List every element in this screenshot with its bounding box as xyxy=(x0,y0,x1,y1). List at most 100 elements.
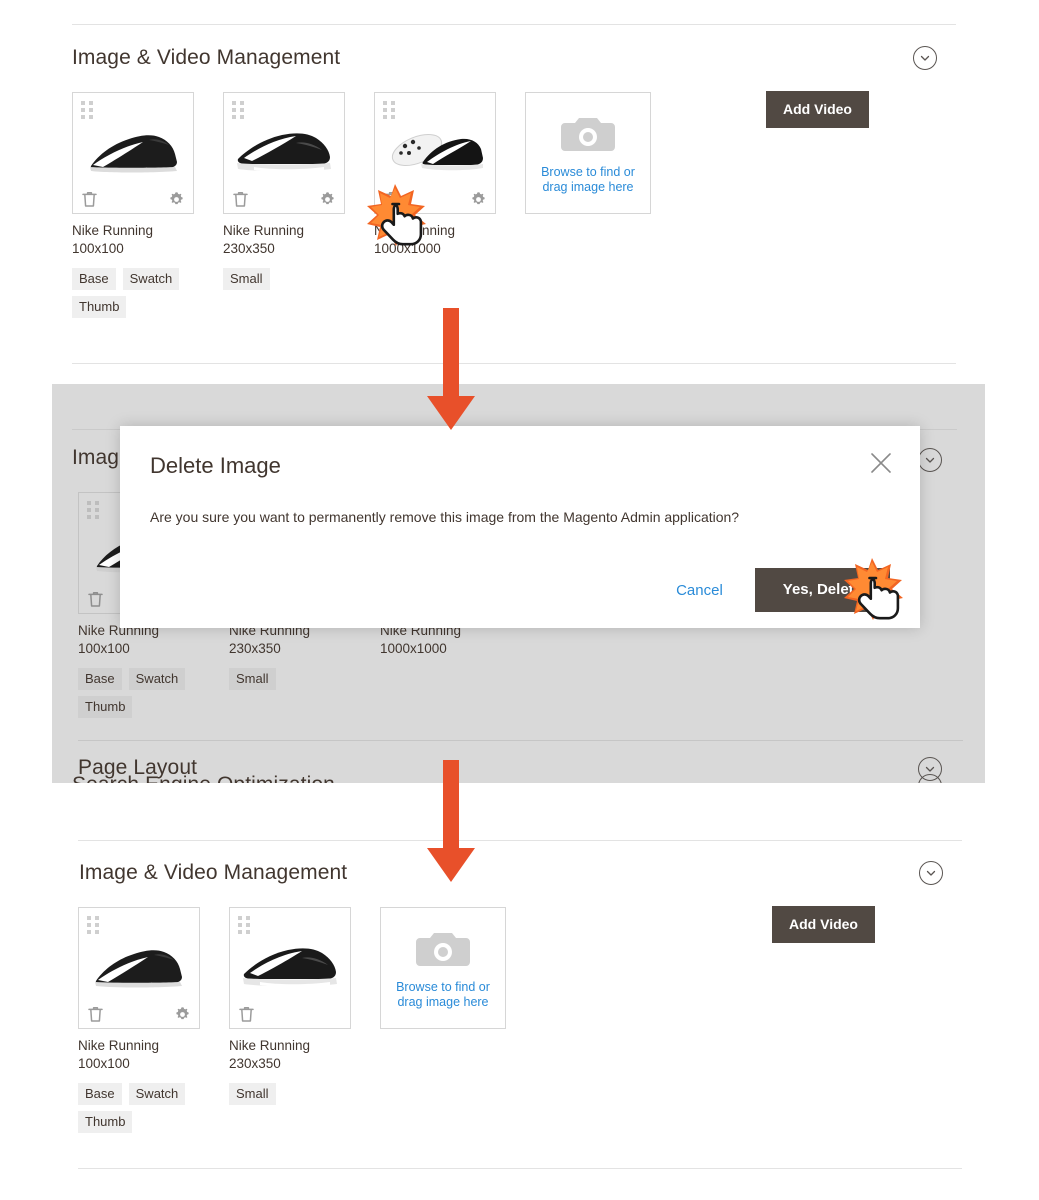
divider-above-bottom xyxy=(78,840,962,841)
upload-hint-line1: Browse to find or xyxy=(536,165,640,180)
trash-icon[interactable] xyxy=(239,1006,255,1022)
role-tag: Small xyxy=(229,668,276,690)
image-size: 230x350 xyxy=(223,240,345,258)
image-name-and-size: Nike Running 100x100 xyxy=(78,1037,200,1073)
screenshot-page: Image & Video Management xyxy=(0,0,1039,1200)
add-video-button-bottom[interactable]: Add Video xyxy=(772,906,875,943)
thumbnail-actions xyxy=(230,1000,350,1028)
chevron-down-icon xyxy=(924,454,936,466)
image-thumbnail[interactable] xyxy=(78,907,200,1029)
modal-message: Are you sure you want to permanently rem… xyxy=(150,507,880,527)
role-tag: Base xyxy=(78,1083,122,1105)
page-layout-title: Page Layout xyxy=(78,756,197,780)
page-title-top: Image & Video Management xyxy=(72,46,340,70)
image-role-tags: Small xyxy=(223,268,341,290)
image-name-and-size: Nike Running 230x350 xyxy=(223,222,345,258)
image-size: 100x100 xyxy=(78,640,200,658)
click-hand-cursor xyxy=(365,182,433,260)
gallery-uploader-item[interactable]: Browse to find or drag image here xyxy=(525,92,651,318)
chevron-down-icon xyxy=(925,867,937,879)
click-hand-cursor xyxy=(842,556,910,634)
role-tag: Swatch xyxy=(123,268,180,290)
cancel-button[interactable]: Cancel xyxy=(676,582,723,599)
down-arrow-annotation xyxy=(423,308,479,432)
image-role-tags: Base Swatch Thumb xyxy=(78,668,196,718)
collapse-toggle-bottom[interactable] xyxy=(919,861,943,885)
camera-icon xyxy=(561,112,615,159)
section-divider xyxy=(78,840,962,841)
upload-hint: Browse to find or drag image here xyxy=(391,980,495,1010)
collapse-toggle-top[interactable] xyxy=(913,46,937,70)
thumbnail-actions xyxy=(79,1000,199,1028)
role-tag: Thumb xyxy=(72,296,126,318)
collapse-toggle-page-layout[interactable] xyxy=(918,757,942,781)
image-gallery-bottom: Nike Running 100x100 Base Swatch Thumb xyxy=(78,907,506,1133)
trash-icon[interactable] xyxy=(88,1006,104,1022)
gallery-item[interactable]: Nike Running 230x350 Small xyxy=(229,907,351,1133)
top-section xyxy=(72,24,956,25)
section-divider xyxy=(72,363,956,364)
gallery-item[interactable]: Nike Running 100x100 Base Swatch Thumb xyxy=(78,907,200,1133)
image-upload-dropzone[interactable]: Browse to find or drag image here xyxy=(525,92,651,214)
gear-icon[interactable] xyxy=(168,191,184,207)
gallery-uploader-item[interactable]: Browse to find or drag image here xyxy=(380,907,506,1133)
thumbnail-actions xyxy=(224,185,344,213)
role-tag: Swatch xyxy=(129,668,186,690)
image-name-and-size: Nike Running 100x100 xyxy=(72,222,194,258)
chevron-down-icon xyxy=(919,52,931,64)
image-thumbnail[interactable] xyxy=(223,92,345,214)
divider-below-bottom xyxy=(78,1168,962,1169)
section-divider-top xyxy=(72,24,956,25)
collapse-toggle-middle[interactable] xyxy=(918,448,942,472)
role-tag: Thumb xyxy=(78,1111,132,1133)
image-size: 100x100 xyxy=(72,240,194,258)
camera-icon xyxy=(416,927,470,974)
image-role-tags: Base Swatch Thumb xyxy=(78,1083,196,1133)
close-icon[interactable] xyxy=(868,450,894,476)
image-size: 100x100 xyxy=(78,1055,200,1073)
role-tag: Thumb xyxy=(78,696,132,718)
image-name: Nike Running xyxy=(72,222,194,240)
modal-title: Delete Image xyxy=(150,453,281,479)
role-tag: Small xyxy=(229,1083,276,1105)
image-name: Nike Running xyxy=(78,1037,200,1055)
chevron-down-icon xyxy=(924,763,936,775)
image-role-tags: Small xyxy=(229,668,347,690)
role-tag: Swatch xyxy=(129,1083,186,1105)
image-size: 230x350 xyxy=(229,640,351,658)
image-role-tags: Base Swatch Thumb xyxy=(72,268,190,318)
down-arrow-annotation xyxy=(423,760,479,884)
gear-icon[interactable] xyxy=(470,191,486,207)
gear-icon[interactable] xyxy=(319,191,335,207)
section-divider xyxy=(78,1168,962,1169)
role-tag: Base xyxy=(72,268,116,290)
delete-image-modal: Delete Image Are you sure you want to pe… xyxy=(120,426,920,628)
trash-icon[interactable] xyxy=(82,191,98,207)
gallery-item[interactable]: Nike Running 100x100 Base Swatch Thumb xyxy=(72,92,194,318)
product-image xyxy=(79,926,199,1008)
image-name-and-size: Nike Running 230x350 xyxy=(229,1037,351,1073)
image-thumbnail[interactable] xyxy=(72,92,194,214)
product-image xyxy=(230,926,350,1008)
upload-hint-line2: drag image here xyxy=(391,995,495,1010)
page-title-bottom: Image & Video Management xyxy=(79,861,347,885)
image-thumbnail[interactable] xyxy=(229,907,351,1029)
product-image xyxy=(375,111,495,193)
image-size: 230x350 xyxy=(229,1055,351,1073)
role-tag: Small xyxy=(223,268,270,290)
role-tag: Base xyxy=(78,668,122,690)
upload-hint-line2: drag image here xyxy=(536,180,640,195)
product-image xyxy=(224,111,344,193)
image-name: Nike Running xyxy=(229,1037,351,1055)
gear-icon[interactable] xyxy=(174,1006,190,1022)
trash-icon[interactable] xyxy=(233,191,249,207)
product-image xyxy=(73,111,193,193)
gallery-item[interactable]: Nike Running 230x350 Small xyxy=(223,92,345,318)
image-upload-dropzone[interactable]: Browse to find or drag image here xyxy=(380,907,506,1029)
image-size: 1000x1000 xyxy=(380,640,502,658)
image-name: Nike Running xyxy=(223,222,345,240)
image-gallery-top: Nike Running 100x100 Base Swatch Thumb xyxy=(72,92,651,318)
upload-hint-line1: Browse to find or xyxy=(391,980,495,995)
trash-icon[interactable] xyxy=(88,591,104,607)
add-video-button-top[interactable]: Add Video xyxy=(766,91,869,128)
